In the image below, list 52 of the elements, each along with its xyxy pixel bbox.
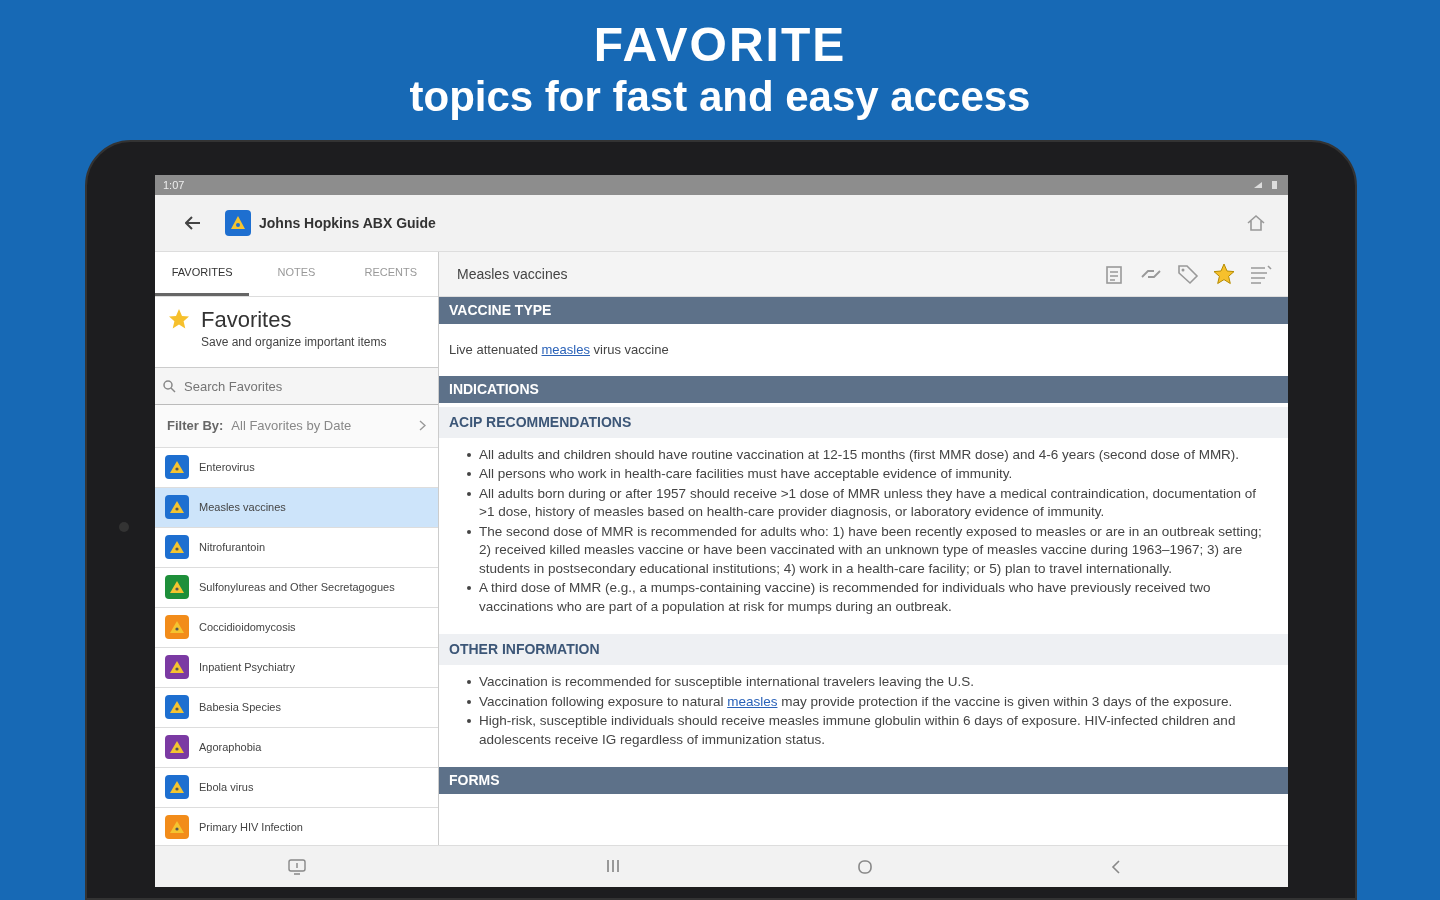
headline-title: FAVORITE xyxy=(592,18,848,72)
back-icon xyxy=(1111,858,1122,875)
chevron-icon xyxy=(419,420,426,432)
recents-icon xyxy=(605,858,620,873)
item-label: Ebola virus xyxy=(199,780,254,796)
item-label: Nitrofurantoin xyxy=(199,540,266,556)
bullet-text: A third dose of MMR (e.g., a mumps-containing vaccine) is recommended for individuals who have previously received two vaccinations who are part of a population at risk for mumps during an outbreak. xyxy=(479,579,1212,616)
filter-row[interactable]: Filter By: All Favorites by Date xyxy=(155,405,438,448)
item-label: Primary HIV Infection xyxy=(199,820,303,836)
section-header: FORMS xyxy=(439,767,1288,794)
search-icon xyxy=(163,379,176,393)
bullet-text: Vaccination is recommended for susceptible international travelers leaving the U.S. xyxy=(479,673,974,691)
filter-label: Filter By: xyxy=(167,417,224,436)
app-title: Johns Hopkins ABX Guide xyxy=(259,213,436,233)
bullet-icon xyxy=(467,699,471,704)
bullet-text: High-risk, susceptible individuals should receive measles immune globulin within 6 days of exposure. HIV-infected children and adolescents receive IG regardless of immunization status. xyxy=(479,712,1237,749)
home-icon xyxy=(857,858,874,875)
bullet-icon xyxy=(467,680,471,684)
article-title: Measles vaccines xyxy=(457,264,569,284)
bullet-icon xyxy=(467,452,471,457)
headline-subtitle: topics for fast and easy access xyxy=(408,72,1032,122)
bullet-icon xyxy=(467,472,471,476)
item-label: Enterovirus xyxy=(199,460,255,476)
item-label: Measles vaccines xyxy=(199,500,286,516)
item-label: Agoraphobia xyxy=(199,740,262,756)
measles-link[interactable]: measles xyxy=(727,693,778,709)
bullet-text: The second dose of MMR is recommended for adults who: 1) have been recently exposed to measles or are in an outbreak setting; 2) received killed measles vaccine or have been vaccinated with an unknown type of measles vaccine during 1963–1967; 3) are students in postsecondary educational institutions; 4) work in a health-care facility; or 5) plan to travel internationally. xyxy=(479,522,1263,578)
favorites-title: Favorites xyxy=(201,306,293,333)
item-label: Sulfonylureas and Other Secretagogues xyxy=(199,580,395,596)
status-time: 1:07 xyxy=(163,177,185,193)
measles-link[interactable]: measles xyxy=(541,342,590,357)
section-header: VACCINE TYPE xyxy=(439,297,1288,324)
bullet-icon xyxy=(467,529,471,534)
app-logo-icon xyxy=(225,210,251,236)
subsection-header: ACIP RECOMMENDATIONS xyxy=(439,406,1288,438)
bullet-icon xyxy=(467,586,471,590)
list-item[interactable]: Measles vaccines xyxy=(155,487,438,528)
section-header: INDICATIONS xyxy=(439,375,1288,403)
item-label: Inpatient Psychiatry xyxy=(199,660,295,676)
favorites-subtitle: Save and organize important items xyxy=(201,333,387,351)
paragraph: Live attenuated measles virus vaccine xyxy=(448,341,670,359)
item-label: Babesia Species xyxy=(199,700,281,716)
bullet-text: All adults and children should have routine vaccination at 12-15 months (first MMR dose) and 4-6 years (second dose of MMR). xyxy=(479,445,1240,464)
bullet-icon xyxy=(467,719,471,723)
battery-icon xyxy=(1254,180,1280,190)
subsection-header: OTHER INFORMATION xyxy=(439,634,1288,665)
bullet-text: All persons who work in health-care facilities must have acceptable evidence of immunity. xyxy=(479,465,1013,483)
item-label: Coccidioidomycosis xyxy=(199,620,296,636)
bullet-text: All adults born during or after 1957 should receive >1 dose of MMR unless they have a medical contraindication, documentation of >1 dose, history of measles based on health-care provider diagnosis, or laboratory evidence of immunity. xyxy=(479,484,1258,521)
bullet-text: Vaccination following exposure to natural measles may provide protection if the vaccine is given within 3 days of the exposure. xyxy=(479,692,1233,711)
bullet-icon xyxy=(467,491,471,496)
filter-value: All Favorites by Date xyxy=(231,417,353,436)
